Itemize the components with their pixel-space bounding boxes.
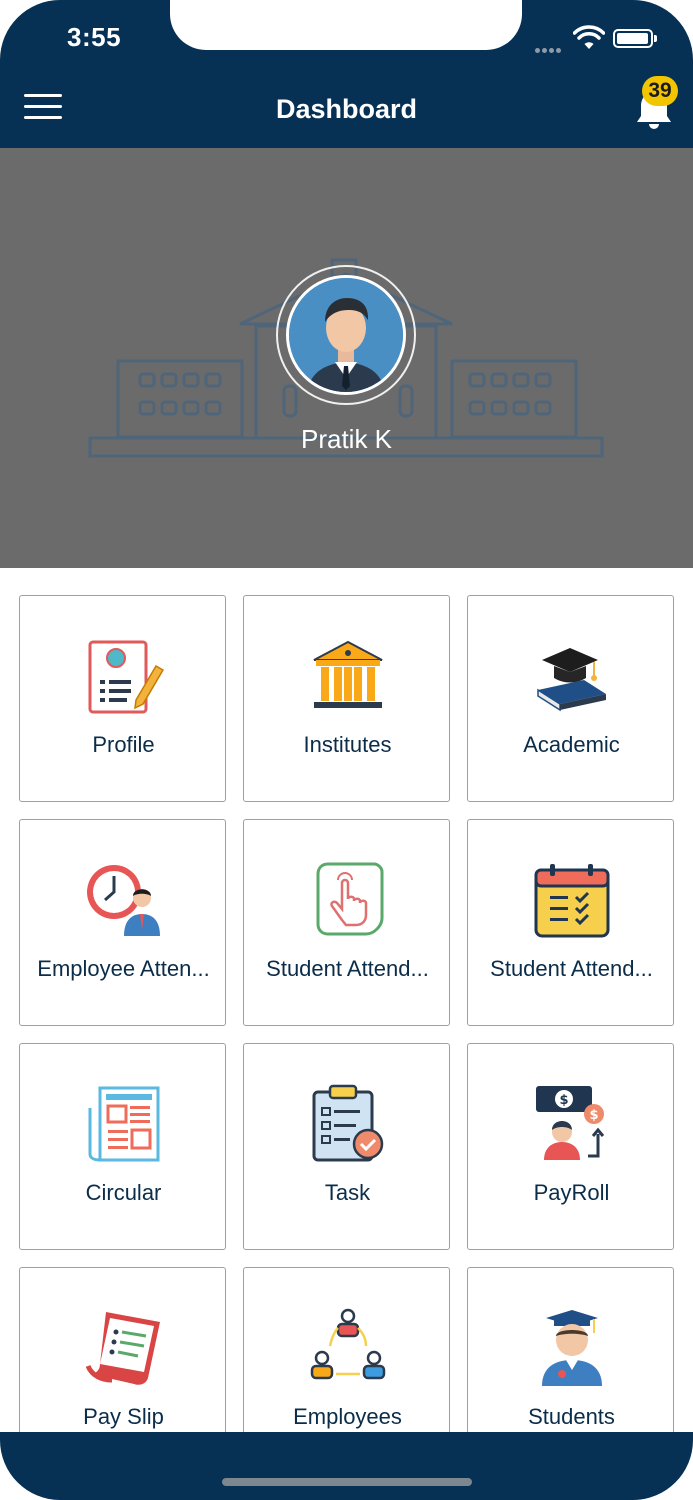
user-avatar-icon — [289, 278, 403, 392]
task-icon — [312, 1084, 384, 1162]
payroll-icon: $ $ — [536, 1086, 605, 1160]
tile-label: Student Attend... — [266, 956, 429, 981]
app-header: 3:55 Dashboard 39 — [0, 0, 693, 148]
tile-student-attendance-touch[interactable]: Student Attend... — [243, 819, 450, 1026]
tile-task[interactable]: Task — [243, 1043, 450, 1250]
pay-slip-icon — [85, 1312, 160, 1385]
tile-employee-attendance[interactable]: Employee Atten... — [19, 819, 226, 1026]
student-attendance-calendar-icon — [534, 864, 610, 938]
battery-icon — [613, 29, 657, 48]
tile-label: Employee Atten... — [37, 956, 210, 981]
tile-profile[interactable]: Profile — [19, 595, 226, 802]
tile-academic[interactable]: Academic — [467, 595, 674, 802]
employees-icon — [310, 1308, 386, 1380]
page-title: Dashboard — [275, 94, 418, 124]
svg-text:$: $ — [559, 1093, 568, 1108]
tile-label: Institutes — [303, 732, 392, 757]
avatar[interactable] — [286, 275, 406, 395]
student-attendance-touch-icon — [316, 862, 384, 936]
tile-payroll[interactable]: $ $ PayRoll — [467, 1043, 674, 1250]
tile-label: Profile — [92, 732, 155, 757]
tile-institutes[interactable]: Institutes — [243, 595, 450, 802]
tile-label: PayRoll — [533, 1180, 610, 1205]
status-time: 3:55 — [67, 22, 122, 52]
home-indicator[interactable] — [222, 1478, 472, 1486]
notification-badge[interactable]: 39 — [642, 76, 678, 106]
tile-label: Pay Slip — [83, 1404, 164, 1429]
tile-label: Academic — [523, 732, 620, 757]
cellular-signal-icon — [535, 40, 569, 53]
students-icon — [542, 1310, 602, 1386]
tile-label: Student Attend... — [490, 956, 653, 981]
tile-student-attendance-calendar[interactable]: Student Attend... — [467, 819, 674, 1026]
tile-label: Students — [528, 1404, 615, 1429]
tile-label: Task — [324, 1180, 371, 1205]
profile-icon — [88, 640, 164, 714]
circular-icon — [88, 1086, 160, 1162]
institute-icon — [313, 640, 383, 708]
employee-attendance-icon — [87, 865, 160, 936]
tile-label: Employees — [293, 1404, 402, 1429]
bottom-bar — [0, 1432, 693, 1500]
tile-circular[interactable]: Circular — [19, 1043, 226, 1250]
svg-text:$: $ — [589, 1108, 598, 1123]
wifi-icon — [573, 25, 605, 49]
phone-screen: 3:55 Dashboard 39 Pratik K Profile Insti… — [0, 0, 693, 1500]
academic-icon — [537, 648, 606, 712]
user-name: Pratik K — [300, 424, 393, 454]
device-notch — [170, 0, 522, 50]
tile-label: Circular — [85, 1180, 162, 1205]
